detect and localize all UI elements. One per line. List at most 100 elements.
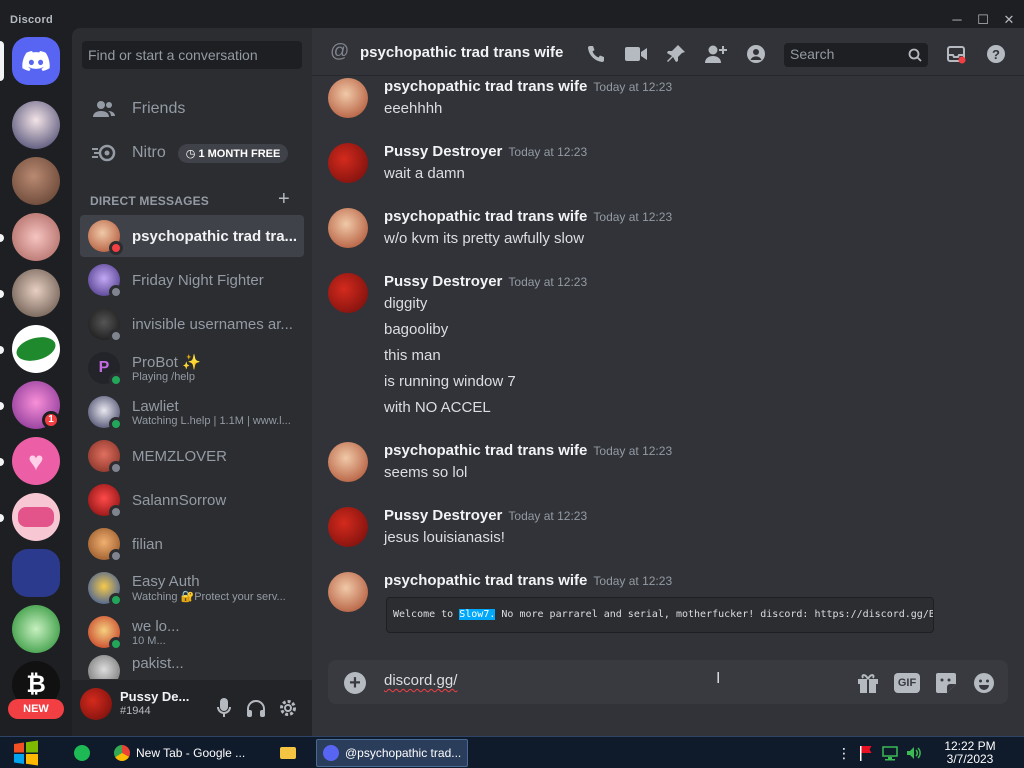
dm-item[interactable]: MEMZLOVER [80,435,304,477]
message-avatar[interactable] [328,507,368,547]
message-text: this man [384,347,441,364]
message-author[interactable]: psychopathic trad trans wife [384,208,587,225]
dm-activity: Playing /help [132,371,195,383]
message-composer[interactable]: + discord.gg/ I GIF [328,660,1008,704]
inbox-button[interactable] [944,42,968,66]
dm-item[interactable]: invisible usernames ar... [80,303,304,345]
message-author[interactable]: Pussy Destroyer [384,143,502,160]
message-text: bagooliby [384,321,449,338]
dm-item[interactable]: filian [80,523,304,565]
dm-activity: 10 M... [132,634,166,647]
unread-indicator [0,402,4,410]
user-tag: #1944 [120,705,151,717]
server-mtn-dew[interactable] [12,325,60,373]
taskbar-clock[interactable]: 12:22 PM 3/7/2023 [936,740,1004,766]
help-icon: ? [987,45,1005,63]
server-pink[interactable] [12,213,60,261]
gift-button[interactable] [856,671,880,695]
message-avatar[interactable] [328,78,368,118]
user-profile-button[interactable] [744,42,768,66]
create-dm-icon[interactable]: + [278,188,290,211]
sticker-icon [936,673,956,693]
minimize-icon[interactable]: ─ [944,10,970,30]
video-call-button[interactable] [624,42,648,66]
message-author[interactable]: Pussy Destroyer [384,273,502,290]
dm-name: we lo... [132,617,180,635]
emoji-button[interactable] [972,671,996,695]
status-online-icon [109,593,123,607]
user-name: Pussy De... [120,689,190,704]
message-author[interactable]: psychopathic trad trans wife [384,442,587,459]
message-text: w/o kvm its pretty awfully slow [384,230,585,247]
dm-item[interactable]: psychopathic trad tra... [80,215,304,257]
taskbar-chrome[interactable]: New Tab - Google ... [108,739,260,767]
dm-name: pakist... [132,655,184,672]
action-center-flag-icon[interactable] [858,745,874,761]
find-conversation-button[interactable]: Find or start a conversation [82,41,302,69]
gif-button[interactable]: GIF [894,673,920,693]
message-image-attachment[interactable]: Welcome to Slow7. No more parrarel and s… [386,597,934,633]
discord-app: Discord ─ ☐ ✕ 1 ♥ ₿ NEW Find or start a … [0,0,1024,736]
taskbar-discord[interactable]: @psychopathic trad... [316,739,468,767]
server-photo[interactable] [12,269,60,317]
settings-button[interactable] [272,692,304,724]
chat-title: psychopathic trad trans wife [360,44,564,61]
dm-avatar [88,655,120,679]
dm-item[interactable]: P ProBot ✨ Playing /help [80,347,304,389]
taskbar-explorer[interactable] [272,739,304,767]
tray-overflow-icon[interactable]: ⋮ [836,745,852,761]
dm-item[interactable]: Lawliet Watching L.help | 1.1M | www.l... [80,391,304,433]
sticker-button[interactable] [934,671,958,695]
message-author[interactable]: Pussy Destroyer [384,507,502,524]
nitro-link[interactable]: Nitro ◷ 1 MONTH FREE [80,132,304,174]
dm-sidebar: Find or start a conversation Friends Nit… [72,28,312,736]
dm-item[interactable]: Friday Night Fighter [80,259,304,301]
upload-button[interactable]: + [344,672,366,694]
chat-search-input[interactable]: Search [784,43,928,67]
voice-call-button[interactable] [584,42,608,66]
start-button[interactable] [8,740,44,766]
home-button[interactable] [12,37,60,85]
message-avatar[interactable] [328,442,368,482]
app-brand: Discord [10,14,54,26]
maximize-icon[interactable]: ☐ [970,10,996,30]
dm-item[interactable]: Easy Auth Watching 🔐Protect your serv... [80,567,304,609]
help-button[interactable]: ? [984,42,1008,66]
volume-icon[interactable] [906,745,922,761]
close-icon[interactable]: ✕ [996,10,1022,30]
message-timestamp: Today at 12:23 [593,210,673,224]
friends-link[interactable]: Friends [80,88,304,130]
message-text: eeehhhh [384,100,443,117]
gift-icon [858,674,878,693]
status-offline-icon [109,505,123,519]
message-input[interactable]: discord.gg/ [384,672,457,689]
network-icon[interactable] [882,745,898,761]
new-badge: NEW [8,699,64,719]
direct-messages-header: DIRECT MESSAGES [90,194,210,208]
message-author[interactable]: psychopathic trad trans wife [384,78,587,95]
message-avatar[interactable] [328,143,368,183]
server-anime-avatar[interactable] [12,101,60,149]
add-friends-to-dm-button[interactable] [704,42,728,66]
server-troll[interactable] [12,605,60,653]
status-online-icon [109,373,123,387]
server-blue[interactable] [12,549,60,597]
user-avatar[interactable] [80,688,112,720]
dm-item[interactable]: pakist... [80,655,304,679]
dm-name: MEMZLOVER [132,447,228,465]
server-blob[interactable] [12,157,60,205]
mute-button[interactable] [208,692,240,724]
server-heart[interactable]: ♥ [12,437,60,485]
server-cutie-club[interactable] [12,493,60,541]
message-avatar[interactable] [328,208,368,248]
message-author[interactable]: psychopathic trad trans wife [384,572,587,589]
dm-item[interactable]: we lo... 10 M... [80,611,304,653]
clock-icon: ◷ [185,147,199,160]
dm-item[interactable]: SalannSorrow [80,479,304,521]
message-avatar[interactable] [328,572,368,612]
message-avatar[interactable] [328,273,368,313]
dm-avatar [88,528,123,563]
deafen-button[interactable] [240,692,272,724]
pinned-messages-button[interactable] [664,42,688,66]
taskbar-spotify[interactable] [70,739,98,767]
